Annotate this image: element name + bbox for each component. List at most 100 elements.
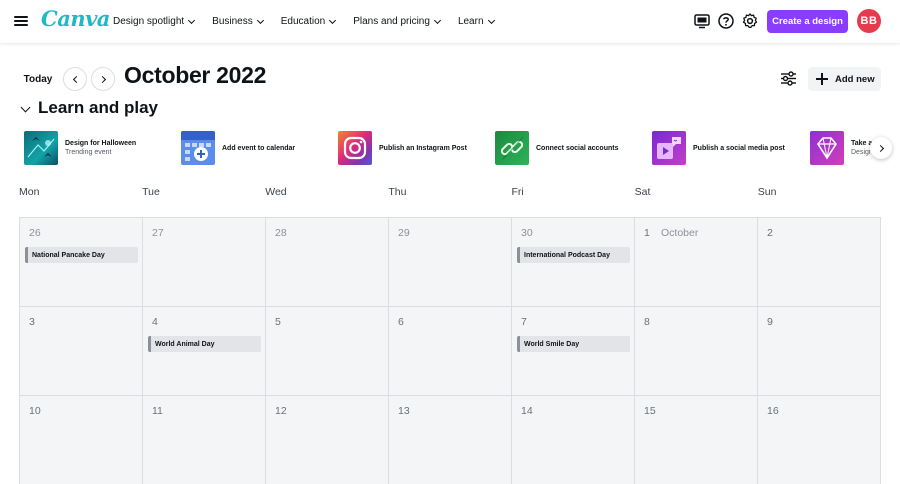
calendar-day-cell[interactable]: 1 October <box>635 218 758 307</box>
weekday-label: Mon <box>19 186 40 198</box>
calendar-day-cell[interactable]: 26 National Pancake Day <box>20 218 143 307</box>
calendar-day-cell[interactable]: 27 <box>143 218 266 307</box>
menu-design-spotlight[interactable]: Design spotlight <box>104 0 203 43</box>
card-title: Design for Halloween <box>65 140 137 147</box>
calendar-day-cell[interactable]: 30 International Podcast Day <box>512 218 635 307</box>
day-number: 30 <box>521 227 533 239</box>
calendar-day-cell[interactable]: 29 <box>389 218 512 307</box>
day-number: 5 <box>275 316 281 328</box>
day-number: 6 <box>398 316 404 328</box>
chevron-down-icon <box>487 16 495 24</box>
calendar-day-cell[interactable]: 10 <box>20 396 143 484</box>
weekday-label: Wed <box>265 186 287 198</box>
day-number: 3 <box>29 316 35 328</box>
menu-label: Design spotlight <box>113 16 185 27</box>
card-publish-instagram-post[interactable]: Publish an Instagram Post <box>338 131 467 165</box>
day-number: 26 <box>29 227 41 239</box>
day-number: 13 <box>398 405 410 417</box>
canva-logo[interactable]: Canva <box>41 6 110 31</box>
weekday-label: Fri <box>511 186 524 198</box>
day-number: 15 <box>644 405 656 417</box>
link-thumb <box>495 131 529 165</box>
chevron-down-icon <box>256 16 264 24</box>
calendar-day-cell[interactable]: 16 <box>758 396 881 484</box>
card-take-a[interactable]: Take a Design <box>810 131 873 165</box>
day-number: 28 <box>275 227 287 239</box>
card-connect-social-accounts[interactable]: Connect social accounts <box>495 131 618 165</box>
avatar[interactable]: BB <box>857 9 881 33</box>
create-design-button[interactable]: Create a design <box>767 10 848 33</box>
chevron-down-icon <box>433 16 441 24</box>
calendar-day-cell[interactable]: 12 <box>266 396 389 484</box>
day-number: 10 <box>29 405 41 417</box>
day-number: 9 <box>767 316 773 328</box>
today-button[interactable]: Today <box>19 68 57 90</box>
settings-icon[interactable] <box>741 12 759 30</box>
calendar-day-cell[interactable]: 7 World Smile Day <box>512 307 635 396</box>
main-menu: Design spotlight Business Education Plan… <box>104 0 503 43</box>
presentation-icon[interactable] <box>693 12 711 30</box>
learn-play-cards: Design for Halloween Trending event Add … <box>24 131 900 165</box>
calendar-grid: 26 National Pancake Day 27 28 29 30 Internatio… <box>19 217 881 484</box>
chevron-left-icon <box>72 75 80 83</box>
calendar-day-cell[interactable]: 6 <box>389 307 512 396</box>
help-icon[interactable] <box>717 12 735 30</box>
top-nav: Canva Design spotlight Business Educatio… <box>0 0 900 43</box>
card-title: Connect social accounts <box>536 144 619 152</box>
day-number: 2 <box>767 227 773 239</box>
menu-learn[interactable]: Learn <box>449 0 503 43</box>
calendar-day-cell[interactable]: 3 <box>20 307 143 396</box>
menu-business[interactable]: Business <box>203 0 272 43</box>
day-number: 4 <box>152 316 158 328</box>
calendar-day-cell[interactable]: 5 <box>266 307 389 396</box>
weekday-label: Thu <box>388 186 407 198</box>
day-number: 7 <box>521 316 527 328</box>
card-subtitle: Trending event <box>65 149 112 156</box>
calendar-day-cell[interactable]: 8 <box>635 307 758 396</box>
calendar-day-cell[interactable]: 15 <box>635 396 758 484</box>
calendar-day-cell[interactable]: 14 <box>512 396 635 484</box>
calendar-day-cell[interactable]: 13 <box>389 396 512 484</box>
social-post-thumb <box>652 131 686 165</box>
weekday-label: Tue <box>142 186 160 198</box>
calendar-day-cell[interactable]: 9 <box>758 307 881 396</box>
weekday-label: Sun <box>757 186 777 198</box>
instagram-thumb <box>338 131 372 165</box>
weekday-header: Mon Tue Wed Thu Fri Sat Sun <box>19 186 881 202</box>
cards-scroll-next-button[interactable] <box>870 137 892 159</box>
chevron-right-icon <box>876 144 884 152</box>
menu-education[interactable]: Education <box>272 0 344 43</box>
halloween-thumb <box>24 131 58 165</box>
prev-month-button[interactable] <box>63 67 87 91</box>
month-title: October 2022 <box>124 62 267 88</box>
calendar-event[interactable]: World Animal Day <box>148 336 261 352</box>
card-title: Publish a social media post <box>693 144 785 152</box>
card-publish-social-media-post[interactable]: Publish a social media post <box>652 131 785 165</box>
day-number: 8 <box>644 316 650 328</box>
calendar-add-thumb <box>181 131 215 165</box>
calendar-day-cell[interactable]: 28 <box>266 218 389 307</box>
day-number: 11 <box>152 405 163 417</box>
menu-icon[interactable] <box>14 14 28 28</box>
calendar-event[interactable]: World Smile Day <box>517 336 630 352</box>
menu-plans-and-pricing[interactable]: Plans and pricing <box>344 0 449 43</box>
diamond-thumb <box>810 131 844 165</box>
calendar-day-cell[interactable]: 2 <box>758 218 881 307</box>
filter-icon[interactable] <box>780 70 797 87</box>
calendar-event[interactable]: International Podcast Day <box>517 247 630 263</box>
calendar-day-cell[interactable]: 4 World Animal Day <box>143 307 266 396</box>
day-number: 16 <box>767 405 779 417</box>
card-design-for-halloween[interactable]: Design for Halloween Trending event <box>24 131 136 165</box>
card-add-event-to-calendar[interactable]: Add event to calendar <box>181 131 295 165</box>
next-month-button[interactable] <box>91 67 115 91</box>
add-new-button[interactable]: Add new <box>808 67 881 91</box>
add-new-label: Add new <box>835 73 875 85</box>
menu-label: Education <box>280 16 326 27</box>
menu-label: Business <box>212 16 253 27</box>
day-number: 1 <box>644 227 650 239</box>
day-number: 29 <box>398 227 410 239</box>
calendar-day-cell[interactable]: 11 <box>143 396 266 484</box>
calendar-event[interactable]: National Pancake Day <box>25 247 138 263</box>
collapse-chevron-icon[interactable] <box>20 102 31 113</box>
month-label: October <box>661 227 699 239</box>
